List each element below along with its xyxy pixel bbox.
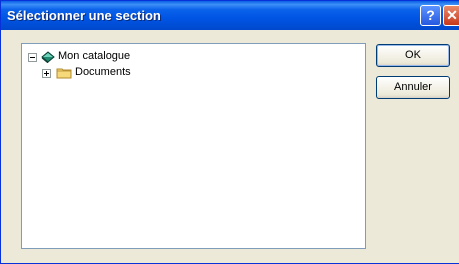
book-icon <box>41 51 55 63</box>
expand-icon[interactable] <box>42 69 51 78</box>
dialog-window: Sélectionner une section ? ✕ Mon catalog… <box>0 0 459 264</box>
help-button[interactable]: ? <box>420 5 441 26</box>
ok-button[interactable]: OK <box>376 44 450 67</box>
tree-node-documents[interactable]: Documents <box>42 65 192 81</box>
collapse-icon[interactable] <box>28 53 37 62</box>
cancel-button[interactable]: Annuler <box>376 76 450 99</box>
section-tree[interactable]: Mon catalogue Documents <box>21 43 366 249</box>
tree-node-label: Mon catalogue <box>58 50 131 62</box>
tree-node-label: Documents <box>75 66 131 78</box>
folder-icon <box>56 68 72 79</box>
close-button[interactable]: ✕ <box>443 5 459 26</box>
dialog-title: Sélectionner une section <box>7 8 161 23</box>
tree-node-root[interactable]: Mon catalogue <box>28 49 178 65</box>
title-bar[interactable]: Sélectionner une section ? ✕ <box>1 1 459 30</box>
